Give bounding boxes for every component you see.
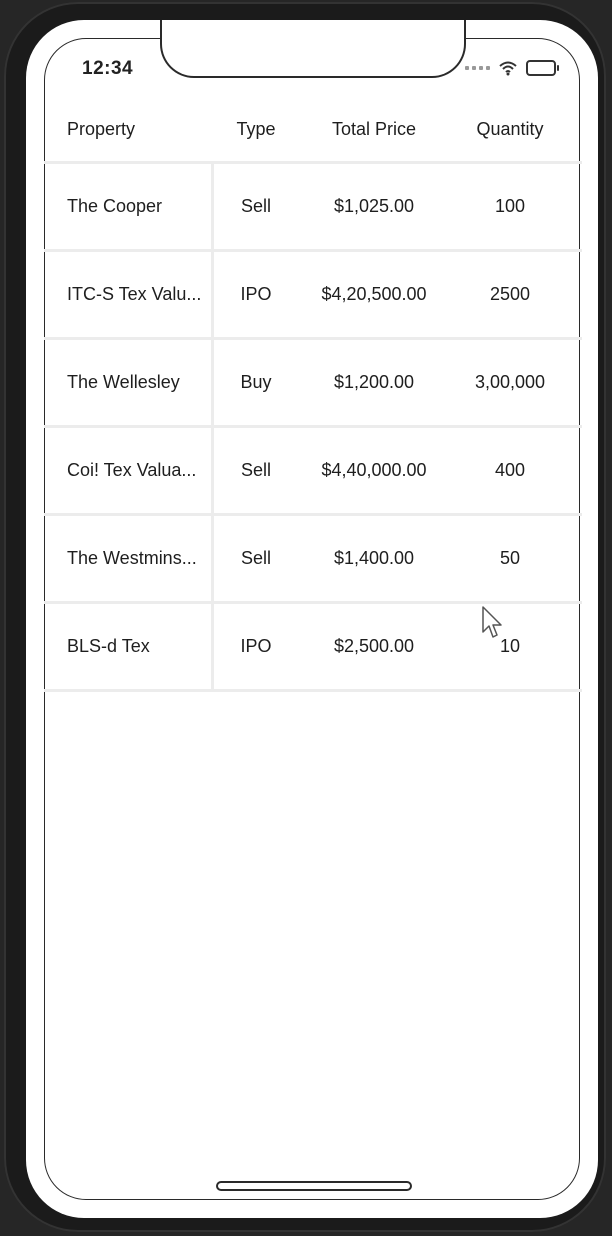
home-indicator[interactable] (216, 1181, 412, 1191)
cell-total-price: $4,20,500.00 (321, 284, 427, 304)
cell-type: IPO (240, 636, 272, 656)
cell-type: Sell (240, 460, 271, 480)
table-row[interactable]: The Cooper Sell $1,025.00 100 (44, 164, 582, 252)
status-time: 12:34 (82, 58, 134, 79)
property-name: The Wellesley (67, 372, 180, 392)
property-name: The Westmins... (67, 548, 197, 568)
cell-total-price: $1,200.00 (333, 372, 415, 392)
header-property[interactable]: Property (44, 98, 214, 161)
cell-quantity: 100 (494, 196, 526, 216)
header-quantity[interactable]: Quantity (450, 119, 570, 140)
property-name: Coi! Tex Valua... (67, 460, 197, 480)
signal-icon (465, 66, 490, 70)
property-name: ITC-S Tex Valu... (67, 284, 202, 304)
header-total-price[interactable]: Total Price (298, 119, 450, 140)
cell-quantity: 50 (499, 548, 521, 568)
cell-type: IPO (240, 284, 272, 304)
table-row[interactable]: The Westmins... Sell $1,400.00 50 (44, 516, 582, 604)
cell-total-price: $1,400.00 (333, 548, 415, 568)
cell-total-price: $1,025.00 (333, 196, 415, 216)
cell-property: The Wellesley (44, 340, 214, 425)
cell-total-price: $4,40,000.00 (321, 460, 427, 480)
battery-icon (526, 60, 559, 76)
status-icons (465, 60, 559, 76)
property-name: BLS-d Tex (67, 636, 150, 656)
phone-screen: 12:34 Property Type Total Price Quantity… (26, 20, 598, 1218)
table-row[interactable]: Coi! Tex Valua... Sell $4,40,000.00 400 (44, 428, 582, 516)
wifi-icon (499, 61, 517, 75)
cell-property: The Cooper (44, 164, 214, 249)
cell-quantity: 3,00,000 (474, 372, 546, 392)
table-row[interactable]: The Wellesley Buy $1,200.00 3,00,000 (44, 340, 582, 428)
cell-property: ITC-S Tex Valu... (44, 252, 214, 337)
cursor-icon (482, 606, 502, 638)
cell-type: Buy (240, 372, 272, 392)
table-header-row: Property Type Total Price Quantity (44, 98, 582, 164)
phone-frame: 12:34 Property Type Total Price Quantity… (4, 2, 606, 1232)
cell-quantity: 10 (499, 636, 521, 656)
notch (160, 20, 466, 78)
holdings-table: Property Type Total Price Quantity The C… (44, 98, 582, 692)
cell-quantity: 400 (494, 460, 526, 480)
cell-property: BLS-d Tex (44, 604, 214, 689)
cell-type: Sell (240, 548, 271, 568)
cell-quantity: 2500 (489, 284, 531, 304)
cell-type: Sell (240, 196, 271, 216)
cell-property: The Westmins... (44, 516, 214, 601)
cell-total-price: $2,500.00 (333, 636, 415, 656)
cell-property: Coi! Tex Valua... (44, 428, 214, 513)
table-row[interactable]: ITC-S Tex Valu... IPO $4,20,500.00 2500 (44, 252, 582, 340)
header-type[interactable]: Type (214, 119, 298, 140)
property-name: The Cooper (67, 196, 163, 216)
